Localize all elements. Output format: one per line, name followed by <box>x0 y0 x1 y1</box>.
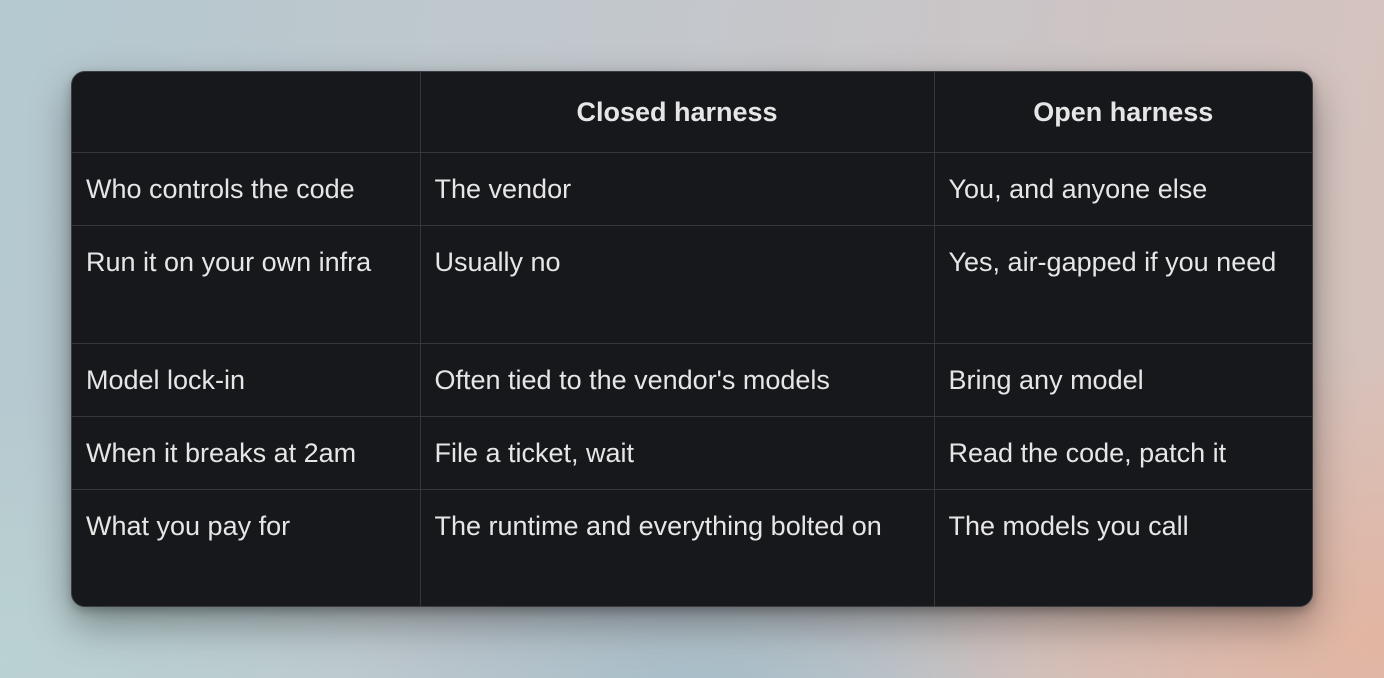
closed-harness-cell: File a ticket, wait <box>420 416 935 490</box>
row-label: When it breaks at 2am <box>72 416 421 490</box>
row-label: What you pay for <box>72 489 421 606</box>
closed-harness-cell: Usually no <box>420 225 935 344</box>
table-row: Run it on your own infra Usually no Yes,… <box>72 225 1312 344</box>
row-label: Who controls the code <box>72 152 421 226</box>
comparison-table: Closed harness Open harness Who controls… <box>72 72 1312 606</box>
open-harness-cell: Bring any model <box>934 343 1312 417</box>
comparison-card: Closed harness Open harness Who controls… <box>71 71 1313 607</box>
header-closed-harness: Closed harness <box>420 72 935 153</box>
table-header-row: Closed harness Open harness <box>72 72 1312 153</box>
open-harness-cell: You, and anyone else <box>934 152 1312 226</box>
open-harness-cell: Yes, air-gapped if you need <box>934 225 1312 344</box>
header-open-harness: Open harness <box>934 72 1312 153</box>
open-harness-cell: The models you call <box>948 511 1189 541</box>
table-row: Model lock-in Often tied to the vendor's… <box>72 343 1312 417</box>
row-label: Model lock-in <box>72 343 421 417</box>
closed-harness-cell: The vendor <box>420 152 935 226</box>
open-harness-cell: Read the code, patch it <box>934 416 1312 490</box>
table-row: When it breaks at 2am File a ticket, wai… <box>72 416 1312 490</box>
header-empty <box>72 72 421 153</box>
closed-harness-cell: Often tied to the vendor's models <box>420 343 935 417</box>
table-row: Who controls the code The vendor You, an… <box>72 152 1312 226</box>
closed-harness-cell: The runtime and everything bolted on <box>420 489 935 606</box>
table-row: What you pay for The runtime and everyth… <box>72 489 1312 606</box>
row-label: Run it on your own infra <box>72 225 421 344</box>
